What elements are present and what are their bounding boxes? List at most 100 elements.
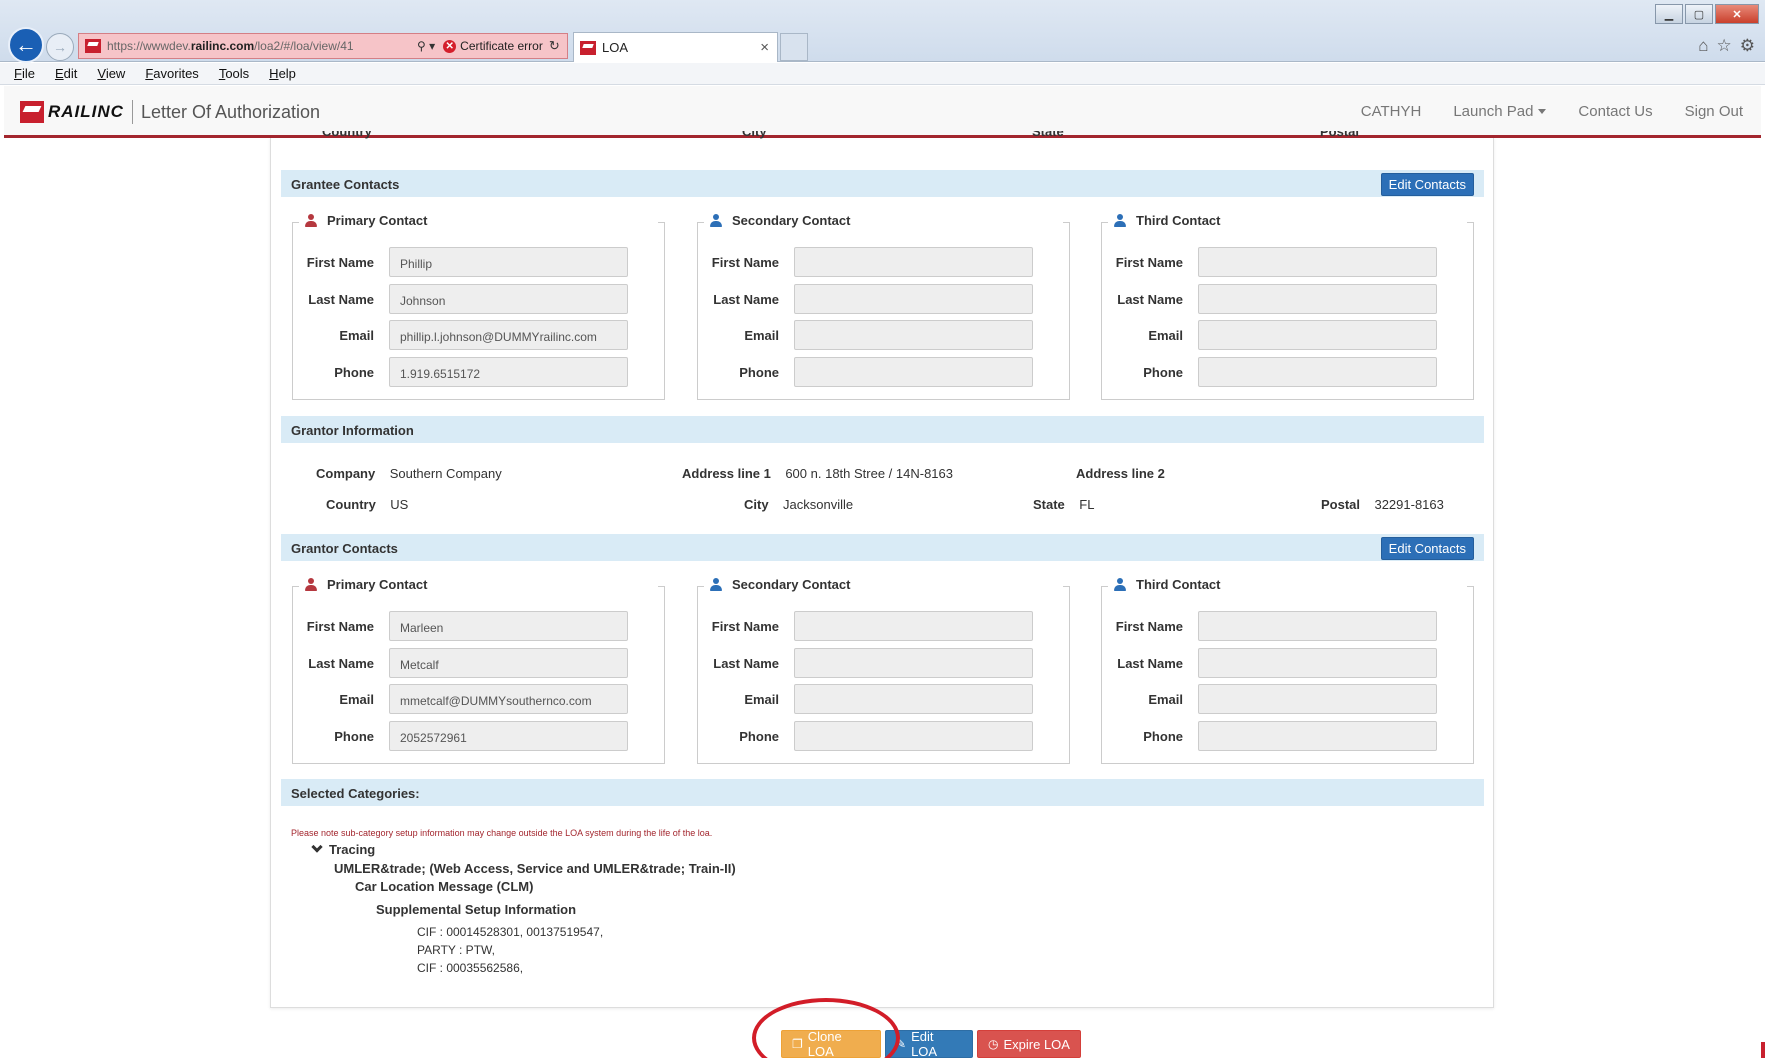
- grantee-secondary-phone-input[interactable]: [794, 357, 1033, 387]
- nav-sign-out[interactable]: Sign Out: [1685, 103, 1743, 120]
- back-arrow-icon[interactable]: ←: [8, 27, 44, 63]
- tree-item-umler: UMLER&trade; (Web Access, Service and UM…: [334, 861, 736, 876]
- state-value: FL: [1079, 497, 1095, 512]
- selected-categories-title: Selected Categories:: [291, 786, 420, 801]
- restore-icon[interactable]: ▢: [1685, 4, 1713, 24]
- favorites-star-icon[interactable]: ☆: [1717, 36, 1732, 56]
- new-tab-button[interactable]: [780, 33, 808, 61]
- grantee-third-first-name-input[interactable]: [1198, 247, 1437, 277]
- grantor-third-phone-input[interactable]: [1198, 721, 1437, 751]
- grantor-contacts-header: Grantor Contacts Edit Contacts: [281, 534, 1484, 561]
- grantee-primary-phone-input[interactable]: 1.919.6515172: [389, 357, 628, 387]
- grantor-secondary-first-name-input[interactable]: [794, 611, 1033, 641]
- certificate-error-icon[interactable]: ✕: [443, 39, 457, 53]
- grantor-primary-email-input[interactable]: mmetcalf@DUMMYsouthernco.com: [389, 684, 628, 714]
- grantee-third-email-input[interactable]: [1198, 320, 1437, 350]
- grantor-secondary-legend: Secondary Contact: [706, 577, 855, 592]
- phone-label: Phone: [739, 365, 779, 380]
- pencil-icon: ✎: [896, 1037, 907, 1051]
- grantor-primary-phone-input[interactable]: 2052572961: [389, 721, 628, 751]
- menu-file[interactable]: File: [14, 66, 35, 81]
- tab-favicon-icon: [580, 40, 596, 55]
- browser-tab-loa[interactable]: LOA ×: [573, 32, 778, 62]
- tab-close-icon[interactable]: ×: [760, 39, 769, 56]
- clone-loa-button[interactable]: ❐ Clone LOA: [781, 1029, 881, 1058]
- person-icon: [710, 214, 722, 227]
- email-label: Email: [1148, 692, 1183, 707]
- grantee-primary-title: Primary Contact: [327, 213, 428, 228]
- grantee-primary-email-row: Email phillip.l.johnson@DUMMYrailinc.com: [293, 320, 664, 350]
- postal-label: Postal: [1321, 497, 1361, 512]
- grantee-third-phone-row: Phone: [1102, 357, 1473, 387]
- search-icon[interactable]: ⚲ ▾: [417, 39, 435, 53]
- grantee-secondary-legend: Secondary Contact: [706, 213, 855, 228]
- grantor-primary-first-name-row: First Name Marleen: [293, 611, 664, 641]
- grantor-primary-phone-row: Phone 2052572961: [293, 721, 664, 751]
- first-name-label: First Name: [1115, 619, 1183, 634]
- grantor-edit-contacts-button[interactable]: Edit Contacts: [1380, 537, 1474, 560]
- app-header: RAILINC Letter Of Authorization CATHYH L…: [4, 86, 1761, 138]
- grantor-state-row: State FL: [1033, 497, 1094, 512]
- city-value: Jacksonville: [783, 497, 854, 512]
- grantor-primary-last-name-input[interactable]: Metcalf: [389, 648, 628, 678]
- grantee-secondary-first-name-input[interactable]: [794, 247, 1033, 277]
- supplemental-line: CIF : 00014528301, 00137519547,: [417, 925, 604, 939]
- first-name-label: First Name: [306, 619, 374, 634]
- menu-view[interactable]: View: [97, 66, 125, 81]
- settings-gear-icon[interactable]: ⚙: [1740, 36, 1755, 56]
- grantor-secondary-email-input[interactable]: [794, 684, 1033, 714]
- grantor-third-email-input[interactable]: [1198, 684, 1437, 714]
- nav-launch-pad-label: Launch Pad: [1453, 103, 1534, 120]
- chevron-down-icon: [311, 841, 323, 853]
- grantee-third-phone-input[interactable]: [1198, 357, 1437, 387]
- grantor-secondary-last-name-input[interactable]: [794, 648, 1033, 678]
- grantee-secondary-email-input[interactable]: [794, 320, 1033, 350]
- forward-arrow-icon[interactable]: →: [46, 33, 74, 61]
- grantor-address2-row: Address line 2: [1076, 466, 1165, 481]
- refresh-icon[interactable]: ↻: [549, 38, 560, 54]
- url-suffix: /loa2/#/loa/view/41: [254, 39, 354, 53]
- close-window-icon[interactable]: ✕: [1715, 4, 1759, 24]
- grantor-secondary-phone-input[interactable]: [794, 721, 1033, 751]
- expire-loa-button[interactable]: ◷ Expire LOA: [977, 1030, 1081, 1058]
- grantor-third-last-name-input[interactable]: [1198, 648, 1437, 678]
- menu-edit[interactable]: Edit: [55, 66, 77, 81]
- edit-loa-button[interactable]: ✎ Edit LOA: [885, 1029, 973, 1058]
- grantee-secondary-last-name-input[interactable]: [794, 284, 1033, 314]
- grantor-company-row: Company Southern Company: [316, 466, 502, 481]
- email-label: Email: [744, 328, 779, 343]
- railinc-logo[interactable]: RAILINC Letter Of Authorization: [20, 100, 320, 124]
- grantee-edit-contacts-button[interactable]: Edit Contacts: [1380, 173, 1474, 196]
- address-bar[interactable]: https://wwwdev.railinc.com/loa2/#/loa/vi…: [78, 33, 568, 59]
- grantor-secondary-title: Secondary Contact: [732, 577, 851, 592]
- grantor-primary-first-name-input[interactable]: Marleen: [389, 611, 628, 641]
- grantee-primary-first-name-input[interactable]: Phillip: [389, 247, 628, 277]
- nav-contact-us[interactable]: Contact Us: [1578, 103, 1652, 120]
- tree-item-tracing[interactable]: Tracing: [311, 841, 375, 857]
- grantee-third-title: Third Contact: [1136, 213, 1221, 228]
- grantor-third-first-name-input[interactable]: [1198, 611, 1437, 641]
- nav-launch-pad[interactable]: Launch Pad: [1453, 103, 1547, 120]
- minimize-icon[interactable]: ▁: [1655, 4, 1683, 24]
- grantee-primary-last-name-row: Last Name Johnson: [293, 284, 664, 314]
- grantor-third-phone-row: Phone: [1102, 721, 1473, 751]
- grantee-third-last-name-input[interactable]: [1198, 284, 1437, 314]
- last-name-label: Last Name: [1117, 292, 1183, 307]
- menu-favorites[interactable]: Favorites: [145, 66, 198, 81]
- cut-state-label: State: [1032, 131, 1064, 139]
- certificate-error-label[interactable]: Certificate error: [460, 39, 543, 53]
- grantee-primary-last-name-input[interactable]: Johnson: [389, 284, 628, 314]
- cut-postal-label: Postal: [1320, 131, 1360, 139]
- grantee-third-last-name-row: Last Name: [1102, 284, 1473, 314]
- last-name-label: Last Name: [308, 292, 374, 307]
- grantee-primary-email-input[interactable]: phillip.l.johnson@DUMMYrailinc.com: [389, 320, 628, 350]
- menu-help[interactable]: Help: [269, 66, 296, 81]
- url-domain: railinc.com: [190, 39, 255, 53]
- phone-label: Phone: [739, 729, 779, 744]
- address1-label: Address line 1: [682, 466, 771, 481]
- grantee-third-first-name-row: First Name: [1102, 247, 1473, 277]
- home-icon[interactable]: ⌂: [1698, 36, 1708, 56]
- menu-tools[interactable]: Tools: [219, 66, 249, 81]
- nav-user[interactable]: CATHYH: [1361, 103, 1422, 120]
- url-prefix: https://wwwdev.: [107, 39, 191, 53]
